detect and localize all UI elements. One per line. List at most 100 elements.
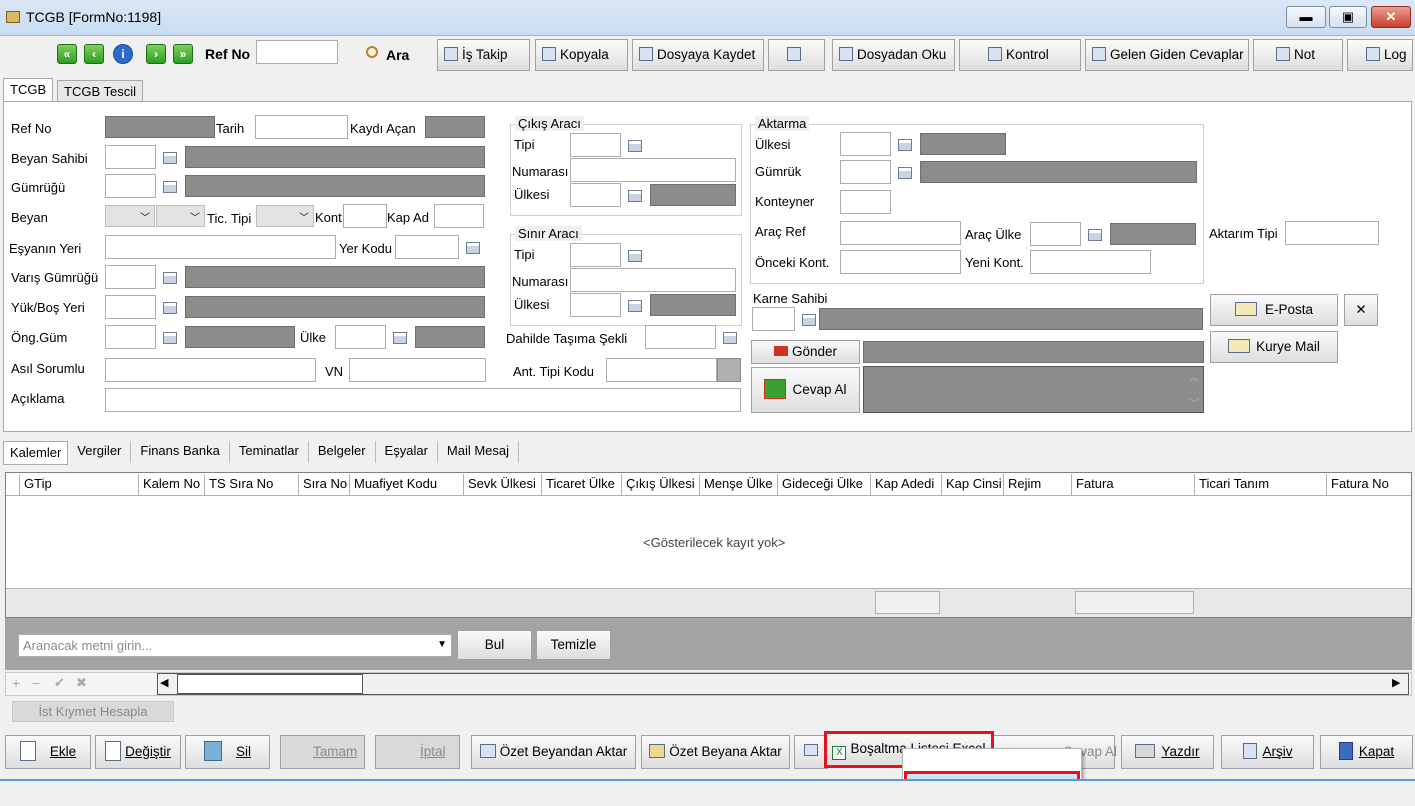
column-header[interactable]: Kap Adedi: [871, 474, 942, 495]
search-icon[interactable]: [366, 46, 378, 58]
scroll-right-icon[interactable]: ▶: [1392, 676, 1400, 689]
arac-ref-input[interactable]: [840, 221, 961, 245]
gumrugu-input[interactable]: [105, 174, 156, 198]
prev-record-icon[interactable]: ‹: [84, 44, 104, 64]
column-header[interactable]: Kap Cinsi: [942, 474, 1004, 495]
tab-tcgb-tescil[interactable]: TCGB Tescil: [57, 80, 143, 102]
aktarma-gumruk-input[interactable]: [840, 160, 891, 184]
gonder-button[interactable]: Gönder: [751, 340, 860, 364]
scroll-up-icon[interactable]: ︿: [1189, 369, 1199, 384]
tab-finans-banka[interactable]: Finans Banka: [131, 441, 230, 463]
column-header[interactable]: Fatura: [1072, 474, 1195, 495]
kontrol-button[interactable]: Kontrol: [959, 39, 1081, 71]
column-header[interactable]: Sıra No: [299, 474, 350, 495]
tab-esyalar[interactable]: Eşyalar: [376, 441, 438, 463]
yazdir-button[interactable]: Yazdır: [1121, 735, 1214, 769]
column-header[interactable]: Rejim: [1004, 474, 1072, 495]
column-header[interactable]: Ticaret Ülke: [542, 474, 622, 495]
lookup-icon[interactable]: [163, 152, 177, 164]
maximize-button[interactable]: ▣: [1329, 6, 1367, 28]
kap-ad-input[interactable]: [434, 204, 484, 228]
arsiv-button[interactable]: Arşiv: [1221, 735, 1314, 769]
kapat-button[interactable]: Kapat: [1320, 735, 1413, 769]
scrollbar-thumb[interactable]: [177, 674, 363, 694]
cevap-al-button[interactable]: Cevap Al: [751, 367, 860, 413]
not-button[interactable]: Not: [1253, 39, 1343, 71]
tamam-button[interactable]: Tamam: [280, 735, 365, 769]
scroll-down-icon[interactable]: ﹀: [1189, 395, 1199, 410]
column-header[interactable]: TS Sıra No: [205, 474, 299, 495]
sil-button[interactable]: Sil: [185, 735, 270, 769]
column-header[interactable]: Ticari Tanım: [1195, 474, 1327, 495]
lookup-icon[interactable]: [802, 314, 816, 326]
kurye-mail-button[interactable]: Kurye Mail: [1210, 331, 1338, 363]
ara-button[interactable]: Ara: [386, 47, 409, 63]
lookup-icon[interactable]: [1088, 229, 1102, 241]
ekle-button[interactable]: Ekle: [5, 735, 91, 769]
column-header[interactable]: Kalem No: [139, 474, 205, 495]
e-posta-button[interactable]: E-Posta: [1210, 294, 1338, 326]
lookup-icon[interactable]: [163, 332, 177, 344]
temizle-button[interactable]: Temizle: [536, 630, 611, 660]
ant-tipi-input[interactable]: [606, 358, 717, 382]
ozet-beyandan-aktar-button[interactable]: Özet Beyandan Aktar: [471, 735, 636, 769]
ulke-input[interactable]: [335, 325, 386, 349]
beyan-select-2[interactable]: ﹀: [156, 205, 205, 227]
column-header[interactable]: Muafiyet Kodu: [350, 474, 464, 495]
aktarim-tipi-input[interactable]: [1285, 221, 1379, 245]
varis-gumrugu-input[interactable]: [105, 265, 156, 289]
last-record-icon[interactable]: »: [173, 44, 193, 64]
scroll-left-icon[interactable]: ◀: [160, 676, 168, 689]
is-takip-button[interactable]: İş Takip: [437, 39, 530, 71]
dosyadan-oku-button[interactable]: Dosyadan Oku: [832, 39, 955, 71]
column-header[interactable]: Sevk Ülkesi: [464, 474, 542, 495]
close-button[interactable]: ✕: [1371, 6, 1411, 28]
aktarma-ulkesi-input[interactable]: [840, 132, 891, 156]
tab-vergiler[interactable]: Vergiler: [68, 441, 132, 463]
cancel-row-icon[interactable]: ✖: [76, 675, 87, 691]
clear-mail-button[interactable]: ✕: [1344, 294, 1378, 326]
aciklama-input[interactable]: [105, 388, 741, 412]
tic-tipi-select[interactable]: ﹀: [256, 205, 314, 227]
dosyaya-kaydet-button[interactable]: Dosyaya Kaydet: [632, 39, 764, 71]
asil-sorumlu-input[interactable]: [105, 358, 316, 382]
sinir-numarasi-input[interactable]: [570, 268, 736, 292]
yeni-kont-input[interactable]: [1030, 250, 1151, 274]
ref-no-input[interactable]: [256, 40, 338, 64]
ist-kiymet-hesapla-button[interactable]: İst Kıymet Hesapla: [12, 701, 174, 722]
gelen-giden-cevaplar-button[interactable]: Gelen Giden Cevaplar: [1085, 39, 1249, 71]
tab-belgeler[interactable]: Belgeler: [309, 441, 376, 463]
tarih-input[interactable]: [255, 115, 348, 139]
yuk-bos-yeri-input[interactable]: [105, 295, 156, 319]
add-row-icon[interactable]: +: [12, 675, 20, 691]
yer-kodu-input[interactable]: [395, 235, 459, 259]
cikis-ulkesi-input[interactable]: [570, 183, 621, 207]
lookup-icon[interactable]: [163, 302, 177, 314]
first-record-icon[interactable]: «: [57, 44, 77, 64]
lookup-icon[interactable]: [466, 242, 480, 254]
dahilde-input[interactable]: [645, 325, 716, 349]
cikis-numarasi-input[interactable]: [570, 158, 736, 182]
vn-input[interactable]: [349, 358, 486, 382]
lookup-icon[interactable]: [393, 332, 407, 344]
lookup-icon[interactable]: [628, 190, 642, 202]
remove-row-icon[interactable]: −: [32, 675, 40, 691]
dropdown-arrow-icon[interactable]: ▼: [437, 639, 447, 650]
transfer-button[interactable]: [768, 39, 825, 71]
next-record-icon[interactable]: ›: [146, 44, 166, 64]
degistir-button[interactable]: Değiştir: [95, 735, 181, 769]
kont-input[interactable]: [343, 204, 387, 228]
lookup-icon[interactable]: [628, 140, 642, 152]
lookup-icon[interactable]: [163, 181, 177, 193]
lookup-icon[interactable]: [717, 358, 741, 382]
ong-gum-input[interactable]: [105, 325, 156, 349]
arac-ulke-input[interactable]: [1030, 222, 1081, 246]
info-icon[interactable]: i: [113, 44, 133, 64]
column-header[interactable]: Çıkış Ülkesi: [622, 474, 700, 495]
sinir-ulkesi-input[interactable]: [570, 293, 621, 317]
confirm-row-icon[interactable]: ✔: [54, 675, 65, 691]
konteyner-input[interactable]: [840, 190, 891, 214]
cikis-tipi-input[interactable]: [570, 133, 621, 157]
beyan-select-1[interactable]: ﹀: [105, 205, 155, 227]
lookup-icon[interactable]: [628, 300, 642, 312]
